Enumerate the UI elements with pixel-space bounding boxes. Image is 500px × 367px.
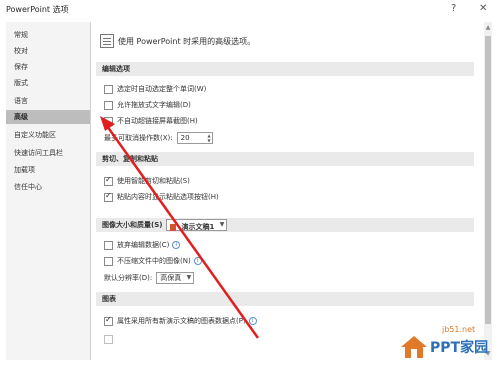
annotation-arrow: [100, 116, 260, 339]
watermark-logo: jb51.net PPT家园: [400, 325, 500, 367]
watermark-brand: PPT家园: [430, 340, 489, 356]
watermark-url: jb51.net: [442, 325, 476, 334]
house-logo-icon: [401, 336, 427, 358]
arrow-line: [105, 125, 260, 339]
arrowhead-icon: [100, 116, 115, 131]
